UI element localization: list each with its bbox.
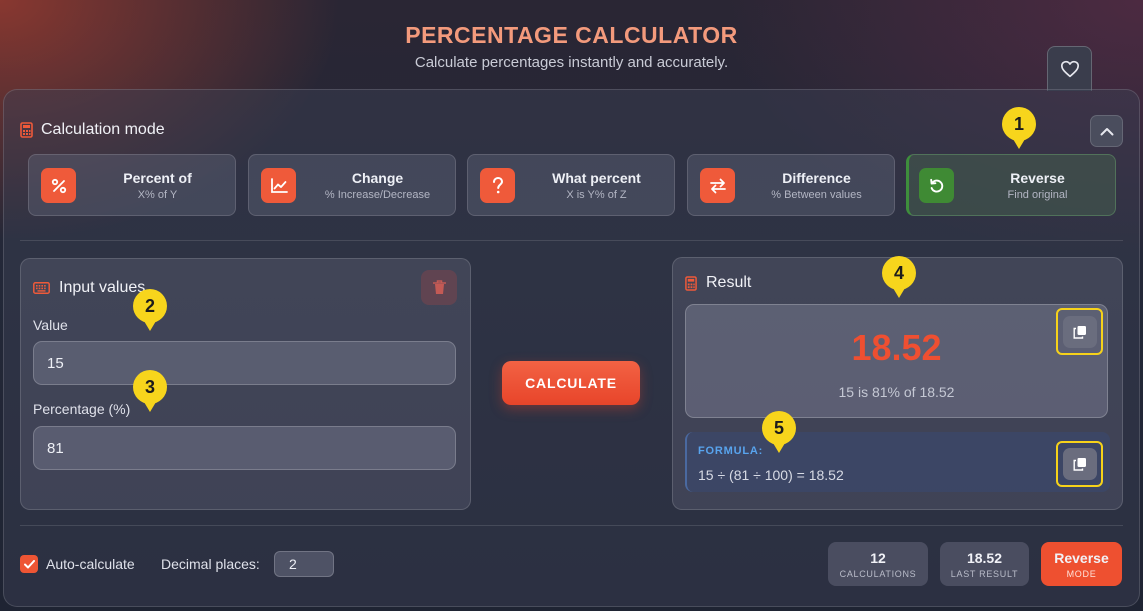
mode-description: % Between values bbox=[771, 189, 862, 201]
mode-name: What percent bbox=[552, 170, 641, 186]
formula-box bbox=[685, 432, 1110, 492]
question-icon bbox=[492, 177, 503, 194]
keyboard-icon bbox=[33, 282, 50, 294]
percentage-input[interactable] bbox=[33, 426, 456, 470]
annotation-marker-3: 3 bbox=[133, 370, 167, 412]
mode-description: X is Y% of Z bbox=[566, 189, 627, 201]
footer-divider bbox=[20, 525, 1123, 526]
mode-card-percent-of[interactable]: Percent of X% of Y bbox=[28, 154, 236, 216]
copy-icon bbox=[1073, 326, 1086, 339]
result-heading: Result bbox=[685, 274, 751, 292]
mode-card-what-percent[interactable]: What percent X is Y% of Z bbox=[467, 154, 675, 216]
annotation-marker-4: 4 bbox=[882, 256, 916, 298]
chevron-up-icon bbox=[1100, 127, 1113, 135]
mode-card-change[interactable]: Change % Increase/Decrease bbox=[248, 154, 456, 216]
mode-description: X% of Y bbox=[137, 189, 178, 201]
calculator-icon bbox=[685, 275, 697, 291]
input-values-heading: Input values bbox=[33, 279, 145, 297]
decimal-places-label: Decimal places: bbox=[161, 556, 260, 572]
calculator-icon bbox=[20, 122, 33, 138]
copy-result-button[interactable] bbox=[1063, 316, 1097, 348]
calculate-button[interactable]: CALCULATE bbox=[502, 361, 640, 405]
mode-name: Percent of bbox=[123, 170, 192, 186]
copy-icon bbox=[1073, 458, 1086, 471]
mode-description: % Increase/Decrease bbox=[324, 189, 431, 201]
stat-mode: Reverse MODE bbox=[1041, 542, 1122, 586]
result-description: 15 is 81% of 18.52 bbox=[838, 384, 955, 400]
mode-description: Find original bbox=[1007, 189, 1068, 201]
result-value: 18.52 bbox=[851, 327, 942, 368]
stat-value: 18.52 bbox=[966, 550, 1003, 566]
percent-icon bbox=[51, 178, 66, 193]
checkmark-icon bbox=[23, 559, 35, 568]
mode-name: Difference bbox=[782, 170, 851, 186]
mode-name: Change bbox=[351, 170, 404, 186]
stat-value: Reverse bbox=[1054, 550, 1109, 566]
stat-label: LAST RESULT bbox=[950, 569, 1019, 579]
stat-calculations: 12 CALCULATIONS bbox=[828, 542, 928, 586]
page-title: PERCENTAGE CALCULATOR bbox=[405, 22, 738, 48]
undo-icon bbox=[929, 178, 943, 192]
mode-card-reverse[interactable]: Reverse Find original bbox=[906, 154, 1116, 216]
chart-line-icon bbox=[270, 177, 288, 193]
auto-calculate-label: Auto-calculate bbox=[46, 556, 135, 572]
annotation-marker-5: 5 bbox=[762, 411, 796, 453]
annotation-marker-1: 1 bbox=[1002, 107, 1036, 149]
mode-name: Reverse bbox=[1010, 170, 1065, 186]
percentage-label: Percentage (%) bbox=[33, 401, 131, 417]
formula-label: FORMULA: bbox=[698, 445, 764, 457]
page-subtitle: Calculate percentages instantly and accu… bbox=[414, 54, 729, 71]
stat-last-result: 18.52 LAST RESULT bbox=[940, 542, 1029, 586]
collapse-button[interactable] bbox=[1090, 115, 1123, 147]
stat-label: CALCULATIONS bbox=[839, 569, 917, 579]
stat-value: 12 bbox=[870, 550, 886, 566]
stat-label: MODE bbox=[1066, 569, 1097, 579]
favorite-button[interactable] bbox=[1047, 46, 1092, 91]
mode-selector: Percent of X% of Y Change % Increase/Dec… bbox=[28, 154, 1116, 216]
swap-icon bbox=[709, 178, 726, 193]
value-input[interactable] bbox=[33, 341, 456, 385]
clear-inputs-button[interactable] bbox=[421, 270, 457, 305]
calculation-mode-heading: Calculation mode bbox=[20, 121, 165, 139]
heart-icon bbox=[1060, 60, 1079, 78]
decimal-places-input[interactable] bbox=[274, 551, 334, 577]
value-label: Value bbox=[33, 317, 68, 333]
auto-calculate-checkbox[interactable] bbox=[20, 555, 38, 573]
section-divider bbox=[20, 240, 1123, 241]
copy-formula-button[interactable] bbox=[1063, 448, 1097, 480]
formula-text: 15 ÷ (81 ÷ 100) = 18.52 bbox=[698, 467, 844, 483]
annotation-marker-2: 2 bbox=[133, 289, 167, 331]
mode-card-difference[interactable]: Difference % Between values bbox=[687, 154, 895, 216]
trash-icon bbox=[432, 280, 446, 294]
